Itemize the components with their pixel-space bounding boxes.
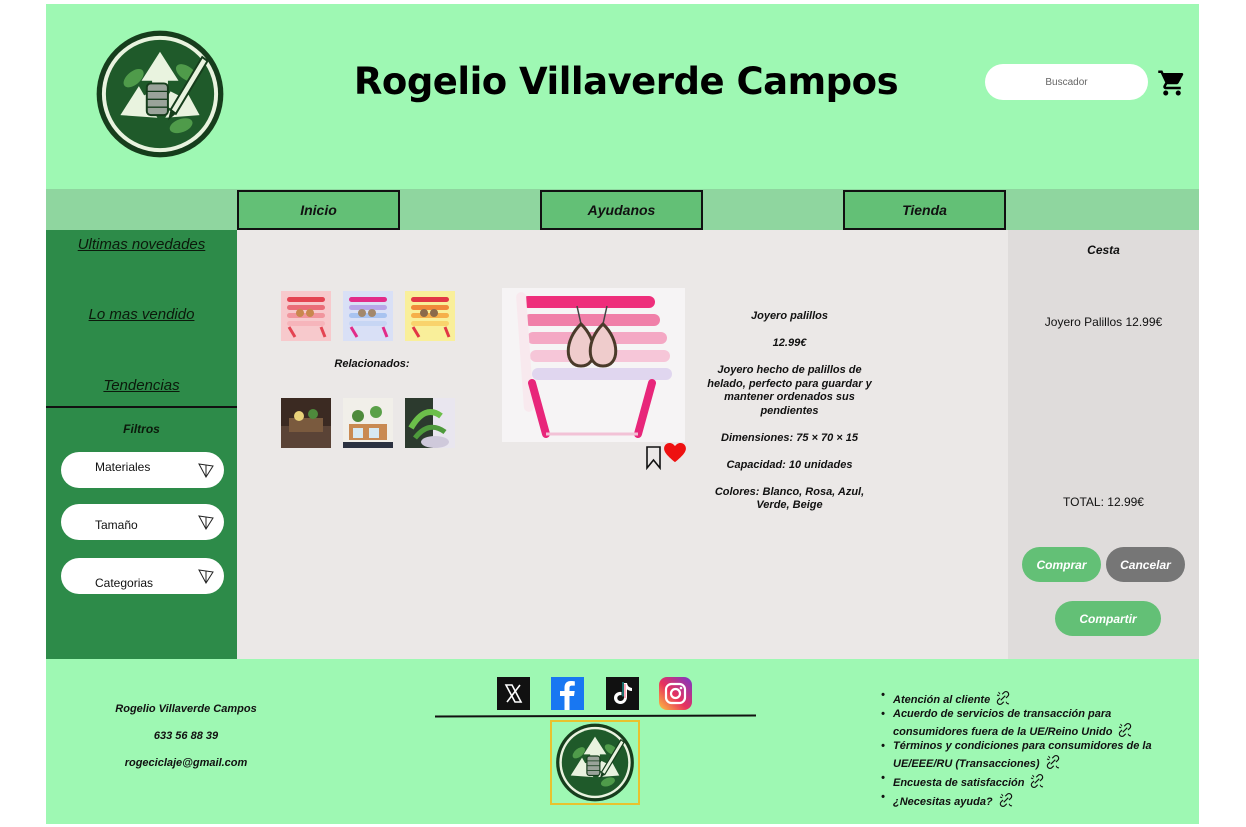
shopping-cart-icon[interactable]	[1157, 68, 1187, 98]
footer: Rogelio Villaverde Campos 633 56 88 39 r…	[46, 659, 1199, 824]
link-icon	[994, 689, 1012, 707]
product-dimensions: Dimensiones: 75 × 70 × 15	[721, 431, 858, 444]
header: Rogelio Villaverde Campos	[46, 4, 1199, 189]
filter-label: Categorias	[95, 576, 154, 590]
product-image	[502, 288, 685, 442]
dropdown-arrow-icon	[198, 462, 214, 478]
tiktok-icon[interactable]	[606, 677, 639, 710]
filter-tamano-select[interactable]: Tamaño	[61, 504, 224, 540]
footer-divider	[434, 714, 757, 718]
footer-link-acuerdo[interactable]: Acuerdo de servicios de transacción para…	[879, 708, 1189, 740]
sidebar: Ultimas novedades Lo mas vendido Tendenc…	[46, 230, 237, 659]
link-icon	[1116, 721, 1134, 739]
heart-icon[interactable]	[664, 443, 686, 463]
app-root: Rogelio Villaverde Campos Inicio Ayudano…	[46, 4, 1199, 824]
dropdown-arrow-icon	[198, 568, 214, 584]
link-icon	[1044, 753, 1062, 771]
footer-link-label: Términos y condiciones para consumidores…	[893, 739, 1152, 771]
product-colors: Colores: Blanco, Rosa, Azul, Verde, Beig…	[714, 485, 865, 512]
cancel-button[interactable]: Cancelar	[1106, 547, 1185, 582]
sidebar-divider	[46, 406, 237, 408]
variant-thumb-yellow[interactable]	[405, 291, 455, 341]
basket-panel: Cesta Joyero Palillos 12.99€ TOTAL: 12.9…	[1008, 230, 1199, 659]
sidebar-link-mas-vendido[interactable]: Lo mas vendido	[46, 306, 237, 323]
filter-materiales-select[interactable]: Materiales	[61, 452, 224, 488]
footer-link-label: ¿Necesitas ayuda?	[893, 795, 993, 808]
product-description: Joyero hecho de palillos de helado, perf…	[707, 364, 872, 417]
basket-item: Joyero Palillos 12.99€	[1044, 315, 1163, 329]
product-area: Relacionados: Joyero palillos 12.99€ Joy…	[237, 230, 1008, 659]
link-icon	[997, 791, 1015, 809]
product-price: 12.99€	[772, 337, 807, 349]
share-button[interactable]: Compartir	[1055, 601, 1161, 636]
filter-label: Materiales	[95, 460, 151, 474]
footer-phone: 633 56 88 39	[153, 730, 219, 742]
site-title: Rogelio Villaverde Campos	[353, 60, 899, 103]
related-label: Relacionados:	[334, 358, 410, 370]
recycle-logo-icon	[552, 722, 638, 803]
footer-link-terminos[interactable]: Términos y condiciones para consumidores…	[879, 740, 1189, 772]
footer-link-label: Atención al cliente	[893, 694, 991, 706]
footer-link-label: Encuesta de satisfacción	[893, 776, 1025, 789]
main-nav: Inicio Ayudanos Tienda	[46, 189, 1199, 230]
buy-button[interactable]: Comprar	[1022, 547, 1101, 582]
footer-name: Rogelio Villaverde Campos	[115, 703, 257, 715]
tab-ayudanos[interactable]: Ayudanos	[540, 190, 703, 230]
x-icon[interactable]	[497, 677, 530, 710]
footer-logo[interactable]	[550, 720, 640, 805]
related-thumb-3[interactable]	[405, 398, 455, 448]
related-thumb-2[interactable]	[343, 398, 393, 448]
filter-label: Tamaño	[95, 518, 138, 532]
dropdown-arrow-icon	[198, 514, 214, 530]
instagram-icon[interactable]	[659, 677, 692, 710]
product-capacity: Capacidad: 10 unidades	[726, 458, 853, 471]
variant-thumb-blue[interactable]	[343, 291, 393, 341]
bookmark-icon[interactable]	[645, 445, 662, 470]
footer-link-atencion[interactable]: Atención al cliente	[879, 689, 1189, 708]
footer-link-ayuda[interactable]: ¿Necesitas ayuda?	[879, 791, 1189, 810]
footer-email[interactable]: rogeciclaje@gmail.com	[86, 757, 286, 769]
sidebar-link-tendencias[interactable]: Tendencias	[46, 377, 237, 394]
recycle-logo-icon[interactable]	[92, 28, 228, 160]
filters-title: Filtros	[123, 422, 160, 436]
related-thumb-1[interactable]	[281, 398, 331, 448]
basket-title: Cesta	[1087, 243, 1120, 257]
footer-links: Atención al cliente Acuerdo de servicios…	[879, 689, 1189, 809]
variant-thumb-red[interactable]	[281, 291, 331, 341]
product-info: Joyero palillos 12.99€ Joyero hecho de p…	[702, 310, 877, 526]
filter-categorias-select[interactable]: Categorias	[61, 558, 224, 594]
search-input[interactable]	[985, 64, 1148, 100]
link-icon	[1028, 772, 1046, 790]
basket-total: TOTAL: 12.99€	[1063, 495, 1144, 509]
sidebar-link-novedades[interactable]: Ultimas novedades	[46, 236, 237, 253]
footer-link-encuesta[interactable]: Encuesta de satisfacción	[879, 772, 1189, 791]
facebook-icon[interactable]	[551, 677, 584, 710]
tab-tienda[interactable]: Tienda	[843, 190, 1006, 230]
footer-link-label: Acuerdo de servicios de transacción para…	[893, 707, 1113, 739]
tab-inicio[interactable]: Inicio	[237, 190, 400, 230]
product-name: Joyero palillos	[750, 310, 829, 322]
